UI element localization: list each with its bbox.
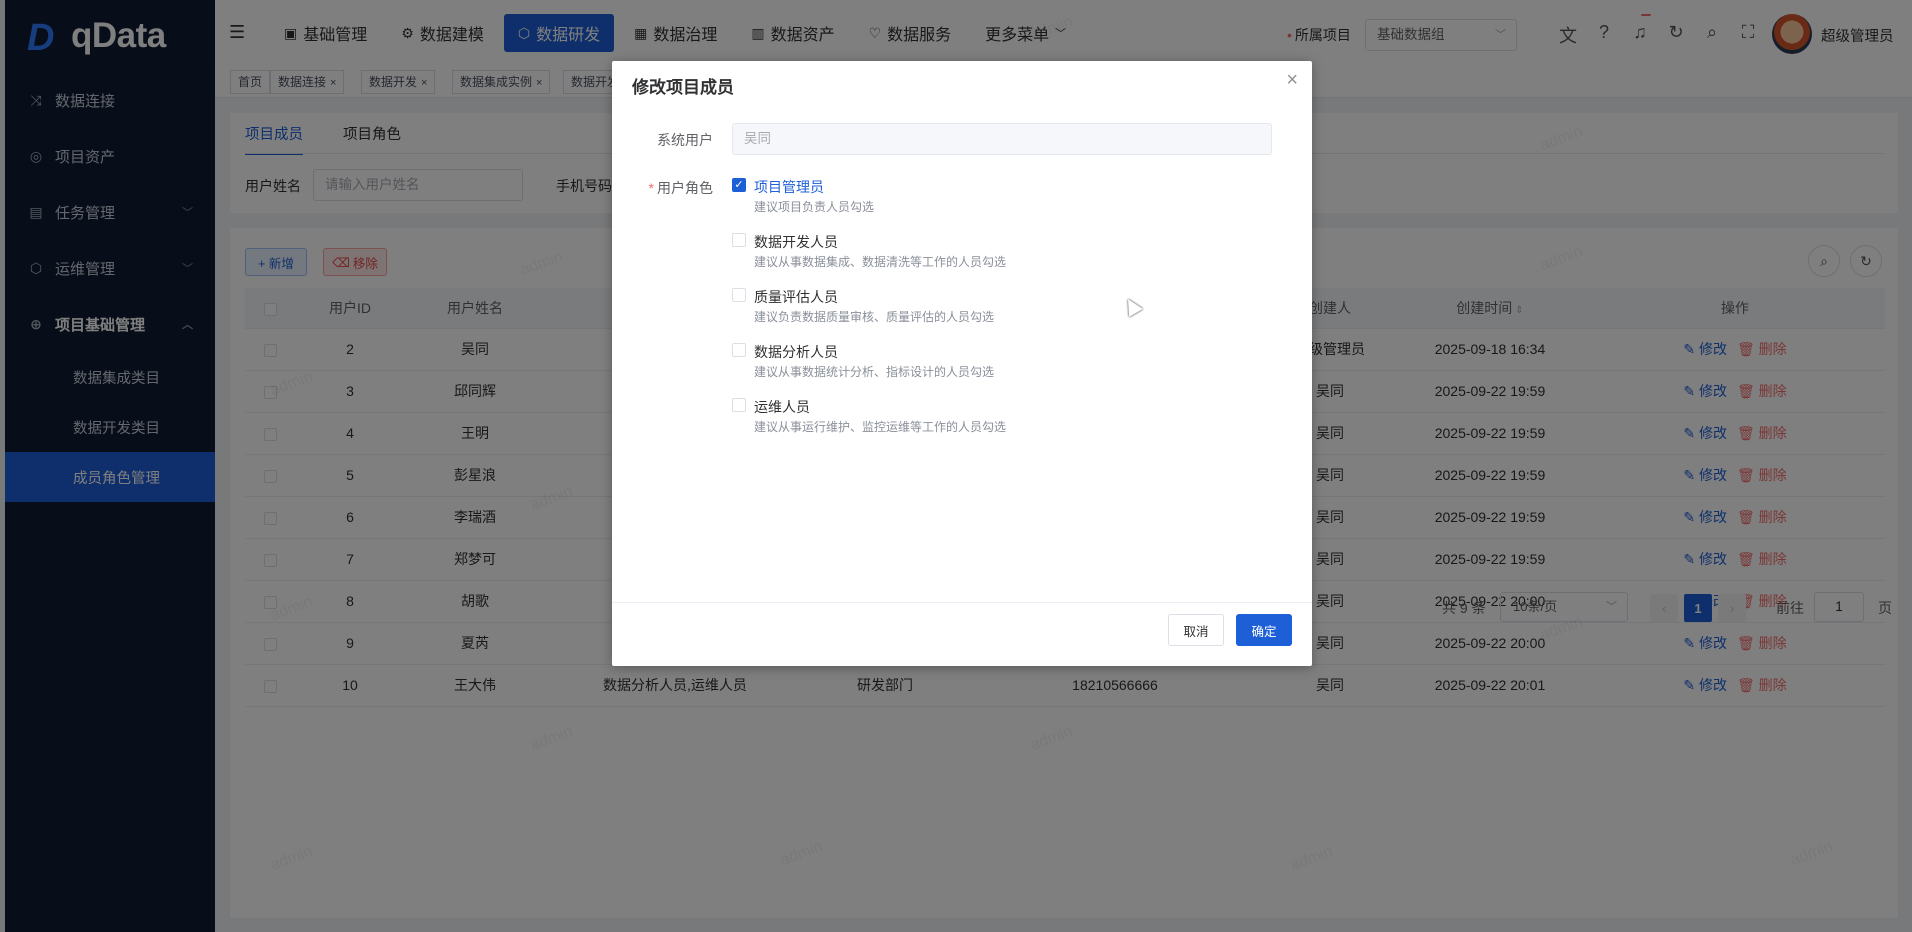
role-description: 建议从事数据统计分析、指标设计的人员勾选: [754, 365, 995, 379]
close-icon[interactable]: ×: [1286, 69, 1298, 92]
role-checkbox[interactable]: [732, 343, 746, 357]
cancel-button[interactable]: 取消: [1168, 614, 1224, 646]
role-description: 建议从事运行维护、监控运维等工作的人员勾选: [754, 420, 1007, 434]
role-checkbox[interactable]: [732, 288, 746, 302]
role-name[interactable]: 运维人员: [754, 397, 810, 417]
role-name[interactable]: 数据分析人员: [754, 342, 838, 362]
role-name[interactable]: 数据开发人员: [754, 232, 838, 252]
dialog-title: 修改项目成员: [632, 78, 734, 97]
role-description: 建议从事数据集成、数据清洗等工作的人员勾选: [754, 255, 1007, 269]
role-name[interactable]: 质量评估人员: [754, 287, 838, 307]
role-checkbox[interactable]: ✓: [732, 178, 746, 192]
role-description: 建议项目负责人员勾选: [754, 200, 875, 214]
user-role-label: * 用户角色: [648, 180, 713, 196]
edit-member-dialog: 修改项目成员 × 系统用户 吴同 * 用户角色 ✓ 项目管理员建议项目负责人员勾选数…: [612, 61, 1312, 666]
system-user-input: 吴同: [732, 123, 1272, 155]
system-user-label: 系统用户: [657, 132, 713, 148]
role-name[interactable]: 项目管理员: [754, 177, 824, 197]
role-checkbox[interactable]: [732, 398, 746, 412]
role-description: 建议负责数据质量审核、质量评估的人员勾选: [754, 310, 995, 324]
confirm-button[interactable]: 确定: [1236, 614, 1292, 646]
role-checkbox[interactable]: [732, 233, 746, 247]
